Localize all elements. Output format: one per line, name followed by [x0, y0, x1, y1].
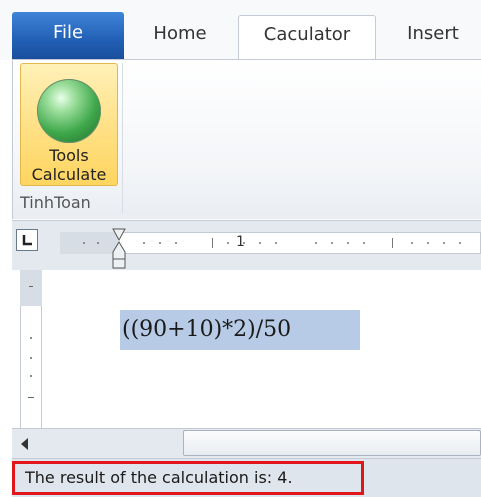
tab-file[interactable]: File: [12, 12, 124, 60]
tools-calculate-label-line1: Tools: [49, 146, 89, 165]
indent-marker-icon[interactable]: [112, 228, 126, 270]
tab-caculator[interactable]: Caculator: [238, 15, 376, 60]
status-result-text: The result of the calculation is: 4.: [12, 461, 364, 495]
vertical-ruler-ticks: [28, 286, 34, 398]
selected-formula-text[interactable]: ((90+10)*2)/50: [120, 310, 360, 350]
ruler-number: 1: [236, 234, 245, 250]
left-tab-icon: [22, 235, 32, 246]
ribbon-group-label: TinhToan: [20, 193, 91, 212]
tools-calculate-label-line2: Calculate: [31, 165, 107, 184]
tab-home[interactable]: Home: [130, 15, 230, 60]
scrollbar-thumb[interactable]: [183, 430, 481, 456]
tab-stop-selector[interactable]: [16, 229, 38, 251]
green-orb-icon: [37, 79, 101, 143]
ribbon-group-divider: [122, 63, 123, 213]
scroll-left-arrow-icon[interactable]: [18, 436, 32, 452]
tab-insert[interactable]: Insert: [385, 15, 481, 60]
ribbon-tab-bar: File Home Caculator Insert: [0, 0, 481, 60]
